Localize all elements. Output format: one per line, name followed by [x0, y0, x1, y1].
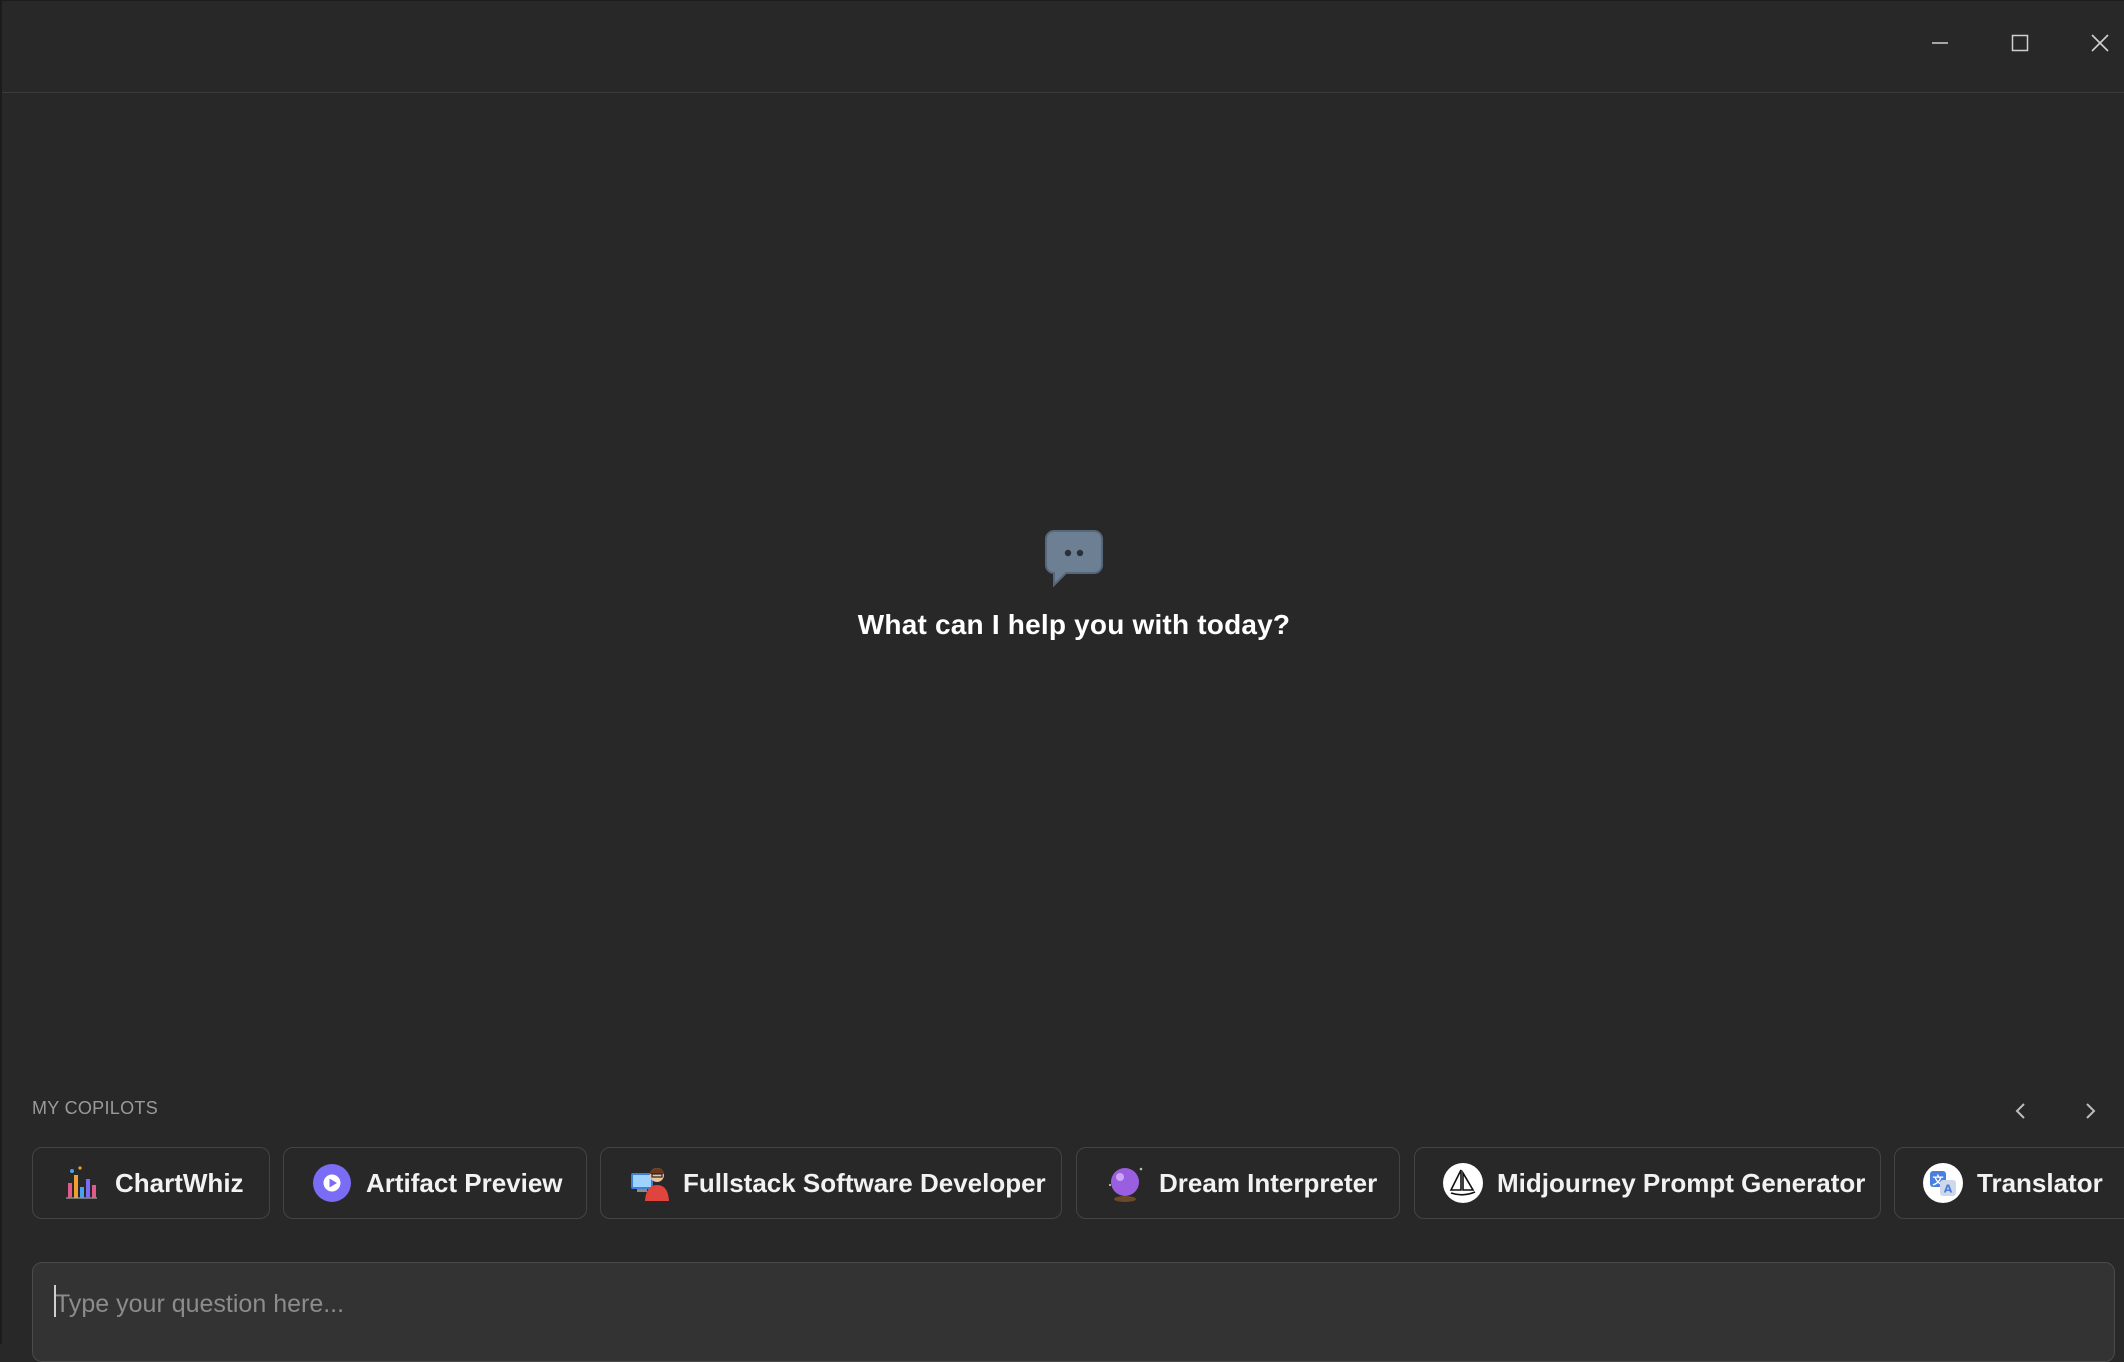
svg-text:A: A [1944, 1183, 1953, 1196]
empty-state: What can I help you with today? [2, 529, 2124, 641]
maximize-button[interactable] [1996, 19, 2044, 67]
sailboat-icon [1443, 1163, 1483, 1203]
chevron-left-icon [2015, 1103, 2025, 1119]
copilot-chip-label: Fullstack Software Developer [683, 1167, 1046, 1198]
minimize-icon [1932, 42, 1948, 44]
copilots-carousel: ChartWhiz Artifact Preview Fullstack Sof… [32, 1147, 2124, 1219]
copilot-chip-label: Midjourney Prompt Generator [1497, 1167, 1866, 1198]
copilot-chip-label: ChartWhiz [115, 1167, 244, 1198]
chevron-right-icon [2086, 1103, 2096, 1119]
copilot-chip-dream-interpreter[interactable]: Dream Interpreter [1076, 1147, 1400, 1219]
crystal-ball-icon [1105, 1163, 1145, 1203]
question-input[interactable] [53, 1283, 2087, 1325]
copilot-chip-translator[interactable]: 文 A Translator [1894, 1147, 2124, 1219]
developer-icon [629, 1163, 669, 1203]
copilot-chip-label: Artifact Preview [366, 1167, 563, 1198]
minimize-button[interactable] [1916, 19, 1964, 67]
empty-state-headline: What can I help you with today? [857, 609, 1291, 640]
chat-bubble-icon [1045, 530, 1103, 587]
bar-chart-icon [61, 1163, 101, 1203]
translate-icon: 文 A [1923, 1163, 1963, 1203]
app-window: What can I help you with today? MY COPIL… [0, 0, 2124, 1362]
copilots-next-button[interactable] [2070, 1091, 2110, 1131]
copilots-prev-button[interactable] [2001, 1091, 2041, 1131]
copilots-section-label: MY COPILOTS [32, 1098, 158, 1118]
composer [32, 1262, 2115, 1362]
play-circle-icon [312, 1163, 352, 1203]
copilot-chip-chartwhiz[interactable]: ChartWhiz [32, 1147, 270, 1219]
copilot-chip-label: Dream Interpreter [1159, 1167, 1378, 1198]
text-caret [54, 1285, 56, 1317]
copilot-chip-artifact-preview[interactable]: Artifact Preview [283, 1147, 587, 1219]
copilot-chip-fullstack-developer[interactable]: Fullstack Software Developer [600, 1147, 1062, 1219]
copilot-chip-midjourney[interactable]: Midjourney Prompt Generator [1414, 1147, 1881, 1219]
close-icon [2091, 34, 2109, 52]
title-bar [2, 1, 2124, 93]
close-button[interactable] [2076, 19, 2124, 67]
copilot-chip-label: Translator [1977, 1167, 2103, 1198]
maximize-icon [2011, 34, 2029, 52]
